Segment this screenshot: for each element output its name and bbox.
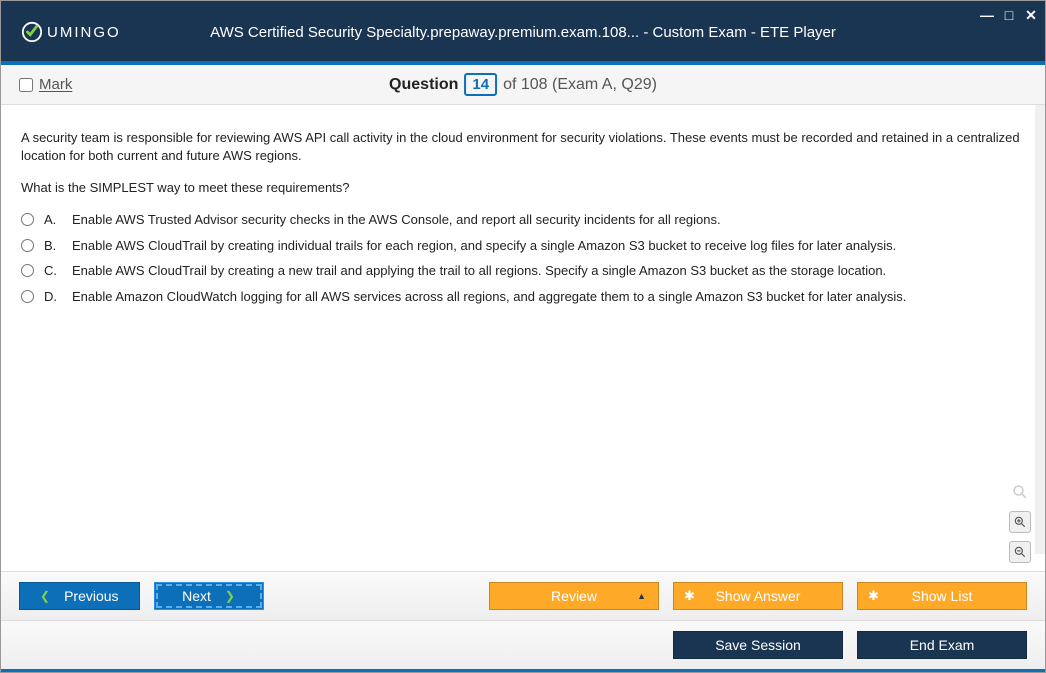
zoom-out-icon: [1013, 545, 1027, 559]
end-exam-label: End Exam: [910, 637, 975, 653]
vertical-scrollbar[interactable]: [1035, 105, 1045, 554]
option-text: Enable AWS CloudTrail by creating indivi…: [72, 237, 896, 255]
option-d[interactable]: D. Enable Amazon CloudWatch logging for …: [21, 288, 1025, 306]
zoom-controls: [1009, 481, 1031, 563]
review-button[interactable]: Review ▲: [489, 582, 659, 610]
save-session-label: Save Session: [715, 637, 801, 653]
window-title: AWS Certified Security Specialty.prepawa…: [210, 24, 836, 41]
option-a[interactable]: A. Enable AWS Trusted Advisor security c…: [21, 211, 1025, 229]
option-letter: D.: [44, 288, 62, 306]
previous-label: Previous: [64, 588, 118, 604]
option-letter: A.: [44, 211, 62, 229]
footer-row-1: ❮ Previous Next ❯ Review ▲ ✱ Show Answer…: [1, 571, 1045, 620]
logo-text: UMINGO: [47, 24, 121, 41]
list-icon: ✱: [868, 588, 879, 604]
option-text: Enable Amazon CloudWatch logging for all…: [72, 288, 906, 306]
option-text: Enable AWS CloudTrail by creating a new …: [72, 262, 886, 280]
show-answer-button[interactable]: ✱ Show Answer: [673, 582, 843, 610]
mark-label[interactable]: Mark: [39, 76, 72, 93]
close-button[interactable]: ✕: [1023, 7, 1039, 24]
next-label: Next: [182, 588, 211, 604]
option-b[interactable]: B. Enable AWS CloudTrail by creating ind…: [21, 237, 1025, 255]
option-c-radio[interactable]: [21, 264, 34, 277]
show-list-button[interactable]: ✱ Show List: [857, 582, 1027, 610]
mark-control: Mark: [19, 76, 72, 93]
zoom-in-icon: [1013, 515, 1027, 529]
question-content: A security team is responsible for revie…: [1, 105, 1045, 571]
question-text-2: What is the SIMPLEST way to meet these r…: [21, 180, 1025, 195]
option-a-radio[interactable]: [21, 213, 34, 226]
chevron-right-icon: ❯: [225, 589, 235, 603]
show-list-label: Show List: [912, 588, 973, 604]
options-list: A. Enable AWS Trusted Advisor security c…: [21, 211, 1025, 305]
maximize-button[interactable]: □: [1001, 7, 1017, 24]
next-button[interactable]: Next ❯: [154, 582, 264, 610]
logo-checkmark-icon: [21, 21, 43, 43]
title-bar: UMINGO AWS Certified Security Specialty.…: [1, 1, 1045, 61]
minimize-button[interactable]: —: [979, 7, 995, 24]
question-number-box: 14: [464, 73, 497, 96]
zoom-reset-button[interactable]: [1009, 481, 1031, 503]
logo: UMINGO: [21, 21, 121, 43]
zoom-out-button[interactable]: [1009, 541, 1031, 563]
question-of-text: of 108 (Exam A, Q29): [503, 76, 657, 94]
app-window: UMINGO AWS Certified Security Specialty.…: [0, 0, 1046, 673]
option-letter: C.: [44, 262, 62, 280]
footer-row-2: Save Session End Exam: [1, 620, 1045, 672]
magnifier-icon: [1011, 483, 1029, 501]
option-d-radio[interactable]: [21, 290, 34, 303]
chevron-left-icon: ❮: [40, 589, 50, 603]
star-icon: ✱: [684, 588, 695, 604]
option-text: Enable AWS Trusted Advisor security chec…: [72, 211, 721, 229]
question-header: Mark Question 14 of 108 (Exam A, Q29): [1, 65, 1045, 105]
mark-checkbox[interactable]: [19, 78, 33, 92]
option-b-radio[interactable]: [21, 239, 34, 252]
save-session-button[interactable]: Save Session: [673, 631, 843, 659]
question-number-display: Question 14 of 108 (Exam A, Q29): [389, 73, 657, 96]
review-label: Review: [551, 588, 597, 604]
end-exam-button[interactable]: End Exam: [857, 631, 1027, 659]
triangle-up-icon: ▲: [637, 591, 646, 601]
option-letter: B.: [44, 237, 62, 255]
previous-button[interactable]: ❮ Previous: [19, 582, 140, 610]
window-controls: — □ ✕: [979, 7, 1039, 24]
show-answer-label: Show Answer: [716, 588, 801, 604]
question-text-1: A security team is responsible for revie…: [21, 129, 1025, 164]
zoom-in-button[interactable]: [1009, 511, 1031, 533]
option-c[interactable]: C. Enable AWS CloudTrail by creating a n…: [21, 262, 1025, 280]
question-label: Question: [389, 76, 458, 94]
